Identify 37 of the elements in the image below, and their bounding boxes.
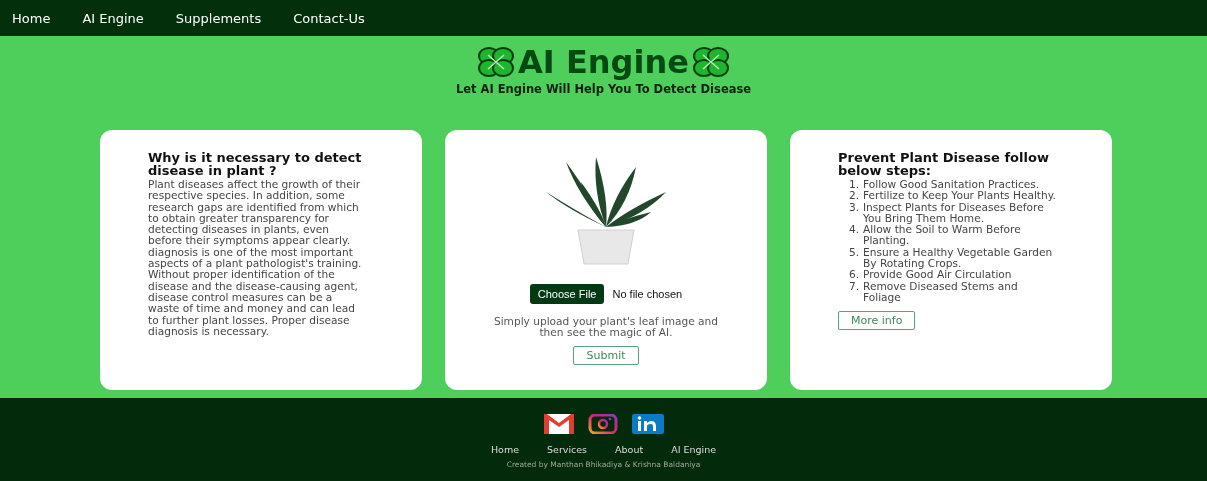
card-heading: Prevent Plant Disease follow below steps: (838, 152, 1050, 177)
nav-link[interactable]: Home (12, 10, 51, 26)
footer-link[interactable]: About (615, 444, 644, 455)
step-text: Allow the Soil to Warm Before Planting. (863, 224, 1022, 247)
footer-link[interactable]: AI Engine (671, 444, 717, 455)
more-info-button[interactable]: More info (838, 311, 916, 331)
step-text: Inspect Plants for Diseases Before You Bring Them Home. (863, 201, 1044, 225)
step-number: 6. (848, 269, 859, 281)
step-text: Provide Good Air Circulation (863, 269, 1013, 281)
nav-link[interactable]: Supplements (175, 10, 262, 26)
page-title: AI Engine (518, 44, 689, 80)
step-text: Remove Diseased Stems and Foliage (863, 280, 1019, 304)
nav-link[interactable]: AI Engine (82, 10, 144, 26)
step-number: 5. (848, 246, 859, 260)
step-number: 1. (848, 179, 859, 191)
page-subtitle: Let AI Engine Will Help You To Detect Disease (455, 82, 752, 96)
submit-button[interactable]: Submit (573, 346, 639, 365)
nav-link[interactable]: Contact-Us (293, 10, 365, 26)
card-heading: Why is it necessary to detect disease in plant ? (148, 152, 363, 177)
step-number: 4. (848, 224, 859, 238)
footer-link[interactable]: Home (490, 444, 519, 455)
step-number: 3. (848, 201, 859, 215)
file-status: No file chosen (612, 288, 683, 300)
card-paragraph: Plant diseases affect the growth of their respective species. In addition, some research gaps are identified from which to obtain greater transparency for detecting diseases in plants, even before their symptoms appear clearly. diagnosis is one of the most important aspects of a plant pathologist's training. Without proper identification of the disease and the disease-causing agent, disease control measures can be a waste of time and money and can lead to further plant losses. Proper disease diagnosis is necessary. (148, 179, 363, 338)
upload-hint: Simply upload your plant's leaf image and then see the magic of AI. (492, 316, 720, 338)
choose-file-button[interactable]: Choose File (529, 284, 605, 304)
clover-icon (478, 47, 515, 77)
step-text: Ensure a Healthy Vegetable Garden By Rotating Crops. (863, 246, 1054, 270)
mail-icon[interactable] (543, 414, 574, 434)
linkedin-icon[interactable] (631, 414, 664, 434)
step-text: Fertilize to Keep Your Plants Healthy. (863, 190, 1056, 202)
footer-link[interactable]: Services (547, 444, 588, 455)
instagram-icon[interactable] (587, 414, 618, 434)
step-text: Follow Good Sanitation Practices. (863, 179, 1041, 191)
clover-icon (692, 47, 729, 77)
step-number: 7. (848, 280, 859, 294)
step-number: 2. (848, 190, 859, 202)
